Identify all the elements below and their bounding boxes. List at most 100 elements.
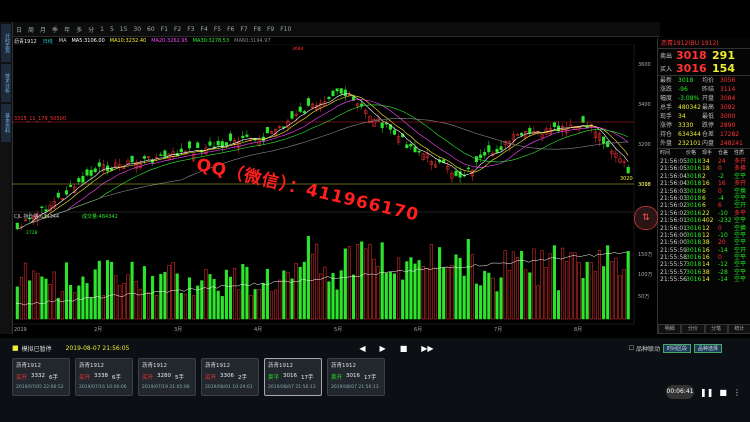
menu-item-5[interactable]: 多 [76,25,82,34]
more-icon[interactable]: ⋮ [733,388,741,397]
stop-record-icon[interactable]: ■ [719,388,727,397]
trade-card[interactable]: 沥青1912 买开 3280 5手 2019/07/19 21:05:06 [138,358,196,396]
volume-bar [479,285,483,320]
candle-body [290,111,294,119]
menu-item-8[interactable]: 5 [110,26,114,33]
quote-value: 634344 [678,131,701,138]
tick-list[interactable]: 21:56:05 3018 34 24 多开 21:56:05 3016 18 0 多换 21:56… [658,158,750,284]
tick-cell: 3016 [686,254,702,262]
volume-bar [28,280,32,320]
volume-bar [347,246,351,320]
quote-value: 3330 [678,122,694,129]
volume-bar [187,277,192,320]
volume-bar [237,289,241,320]
trade-card[interactable]: 沥青1912 卖开 3016 17手 2019/08/07 21:56:13 [327,358,385,396]
buy-row[interactable]: 买入 3016 154 [658,62,750,75]
time-range-button[interactable]: 时间区段 [662,343,691,353]
volume-bar [421,265,425,320]
card-action: 买开 [79,375,91,381]
menu-item-13[interactable]: F2 [174,26,181,33]
tool-fundamentals[interactable]: 基本资料 [1,104,11,142]
menu-item-3[interactable]: 季 [52,25,58,34]
menu-item-14[interactable]: F3 [187,26,194,33]
candle-body [409,143,413,147]
quote-tab[interactable]: 统计 [727,324,750,334]
tool-technical[interactable]: 技术分析 [1,64,11,102]
stop-icon[interactable]: ■ [400,344,408,353]
menu-item-2[interactable]: 月 [40,25,46,34]
menu-item-19[interactable]: F8 [254,26,261,33]
menu-item-4[interactable]: 年 [64,25,70,34]
menu-item-10[interactable]: 30 [133,26,141,33]
tick-cell: 3016 [686,165,702,173]
menu-item-18[interactable]: F7 [240,26,247,33]
volume-tick-label: 150万 [638,252,653,258]
replay-controls: ■ 模拟已暂停 2019-08-07 21:56:05 ◀ ▶ ■ ▶▶ ☐ 品… [12,342,750,354]
menu-item-16[interactable]: F5 [214,26,221,33]
link-checkbox[interactable]: ☐ [629,345,634,352]
card-date: 2019/07/16 10:06:06 [79,385,127,390]
sell-row[interactable]: 卖出 3018 291 [658,49,750,62]
volume-bar [458,257,462,320]
tick-header-cell: 现手 [702,150,713,156]
quote-tab[interactable]: 分笔 [704,324,728,334]
tick-cell: 3018 [686,231,702,239]
pause-icon[interactable]: ❚❚ [700,388,713,397]
volume-bar [278,279,282,320]
forward-icon[interactable]: ▶▶ [421,344,433,353]
product-select-button[interactable]: 品种选择 [693,343,722,353]
candle-body [245,134,249,137]
tool-intraday[interactable]: 分时走势 [1,24,11,62]
menu-item-9[interactable]: 15 [120,26,128,33]
quote-tab[interactable]: 明细 [658,324,682,334]
price-tag-axis: 3018 [638,182,651,188]
volume-bar [565,261,569,320]
quote-tab[interactable]: 分价 [681,324,705,334]
tick-cell: 多换 [734,165,747,173]
menu-item-6[interactable]: 分 [88,25,94,34]
candle-body [327,96,331,100]
candle-body [306,98,310,106]
trade-float-icon[interactable]: ⇅ [634,206,658,230]
tick-cell: -14 [718,276,728,284]
menu-item-21[interactable]: F10 [280,26,291,33]
trade-card[interactable]: 沥青1912 买开 3338 6手 2019/07/16 10:06:06 [75,358,133,396]
volume-bar [323,266,327,320]
volume-bar [384,272,388,320]
tick-cell: 18 [702,165,710,173]
candle-body [179,148,183,153]
menu-item-20[interactable]: F9 [267,26,274,33]
trade-card[interactable]: 沥青1912 买开 3332 6手 2019/07/05 22:06:52 [12,358,70,396]
menu-item-7[interactable]: 1 [100,26,104,33]
candle-body [44,209,48,212]
candle-body [413,146,417,153]
trade-card[interactable]: 沥青1912 买开 3306 2手 2019/08/01 10:29:01 [201,358,259,396]
rewind-icon[interactable]: ◀ [359,344,365,353]
quote-row: 涨停 3330 跌停 2890 [658,121,750,130]
menu-item-17[interactable]: F6 [227,26,234,33]
candle-body [77,178,81,183]
volume-bar [429,244,433,320]
menu-item-0[interactable]: 日 [16,25,22,34]
play-icon[interactable]: ▶ [380,344,386,353]
candle-body [552,122,556,127]
volume-bar [138,289,142,320]
volume-bar [372,258,376,320]
volume-bar [204,269,208,320]
card-name: 沥青1912 [205,363,230,369]
quote-value2: 3000 [720,113,736,120]
volume-bar [470,254,474,320]
volume-bar [487,272,491,320]
menu-item-11[interactable]: 60 [147,26,155,33]
menu-item-12[interactable]: F1 [161,26,168,33]
candle-body [466,167,470,170]
quote-row: 现手 34 最低 3000 [658,112,750,121]
menu-item-15[interactable]: F4 [201,26,208,33]
tick-cell: 3016 [686,209,702,217]
volume-bar [32,270,36,320]
trade-card[interactable]: 沥青1912 卖平 3016 17手 2019/08/07 21:56:13 [264,358,322,396]
volume-bar [495,291,499,320]
quote-value2: 248241 [720,140,743,147]
quote-row: 总手 480342 最高 3092 [658,103,750,112]
menu-item-1[interactable]: 周 [28,25,34,34]
